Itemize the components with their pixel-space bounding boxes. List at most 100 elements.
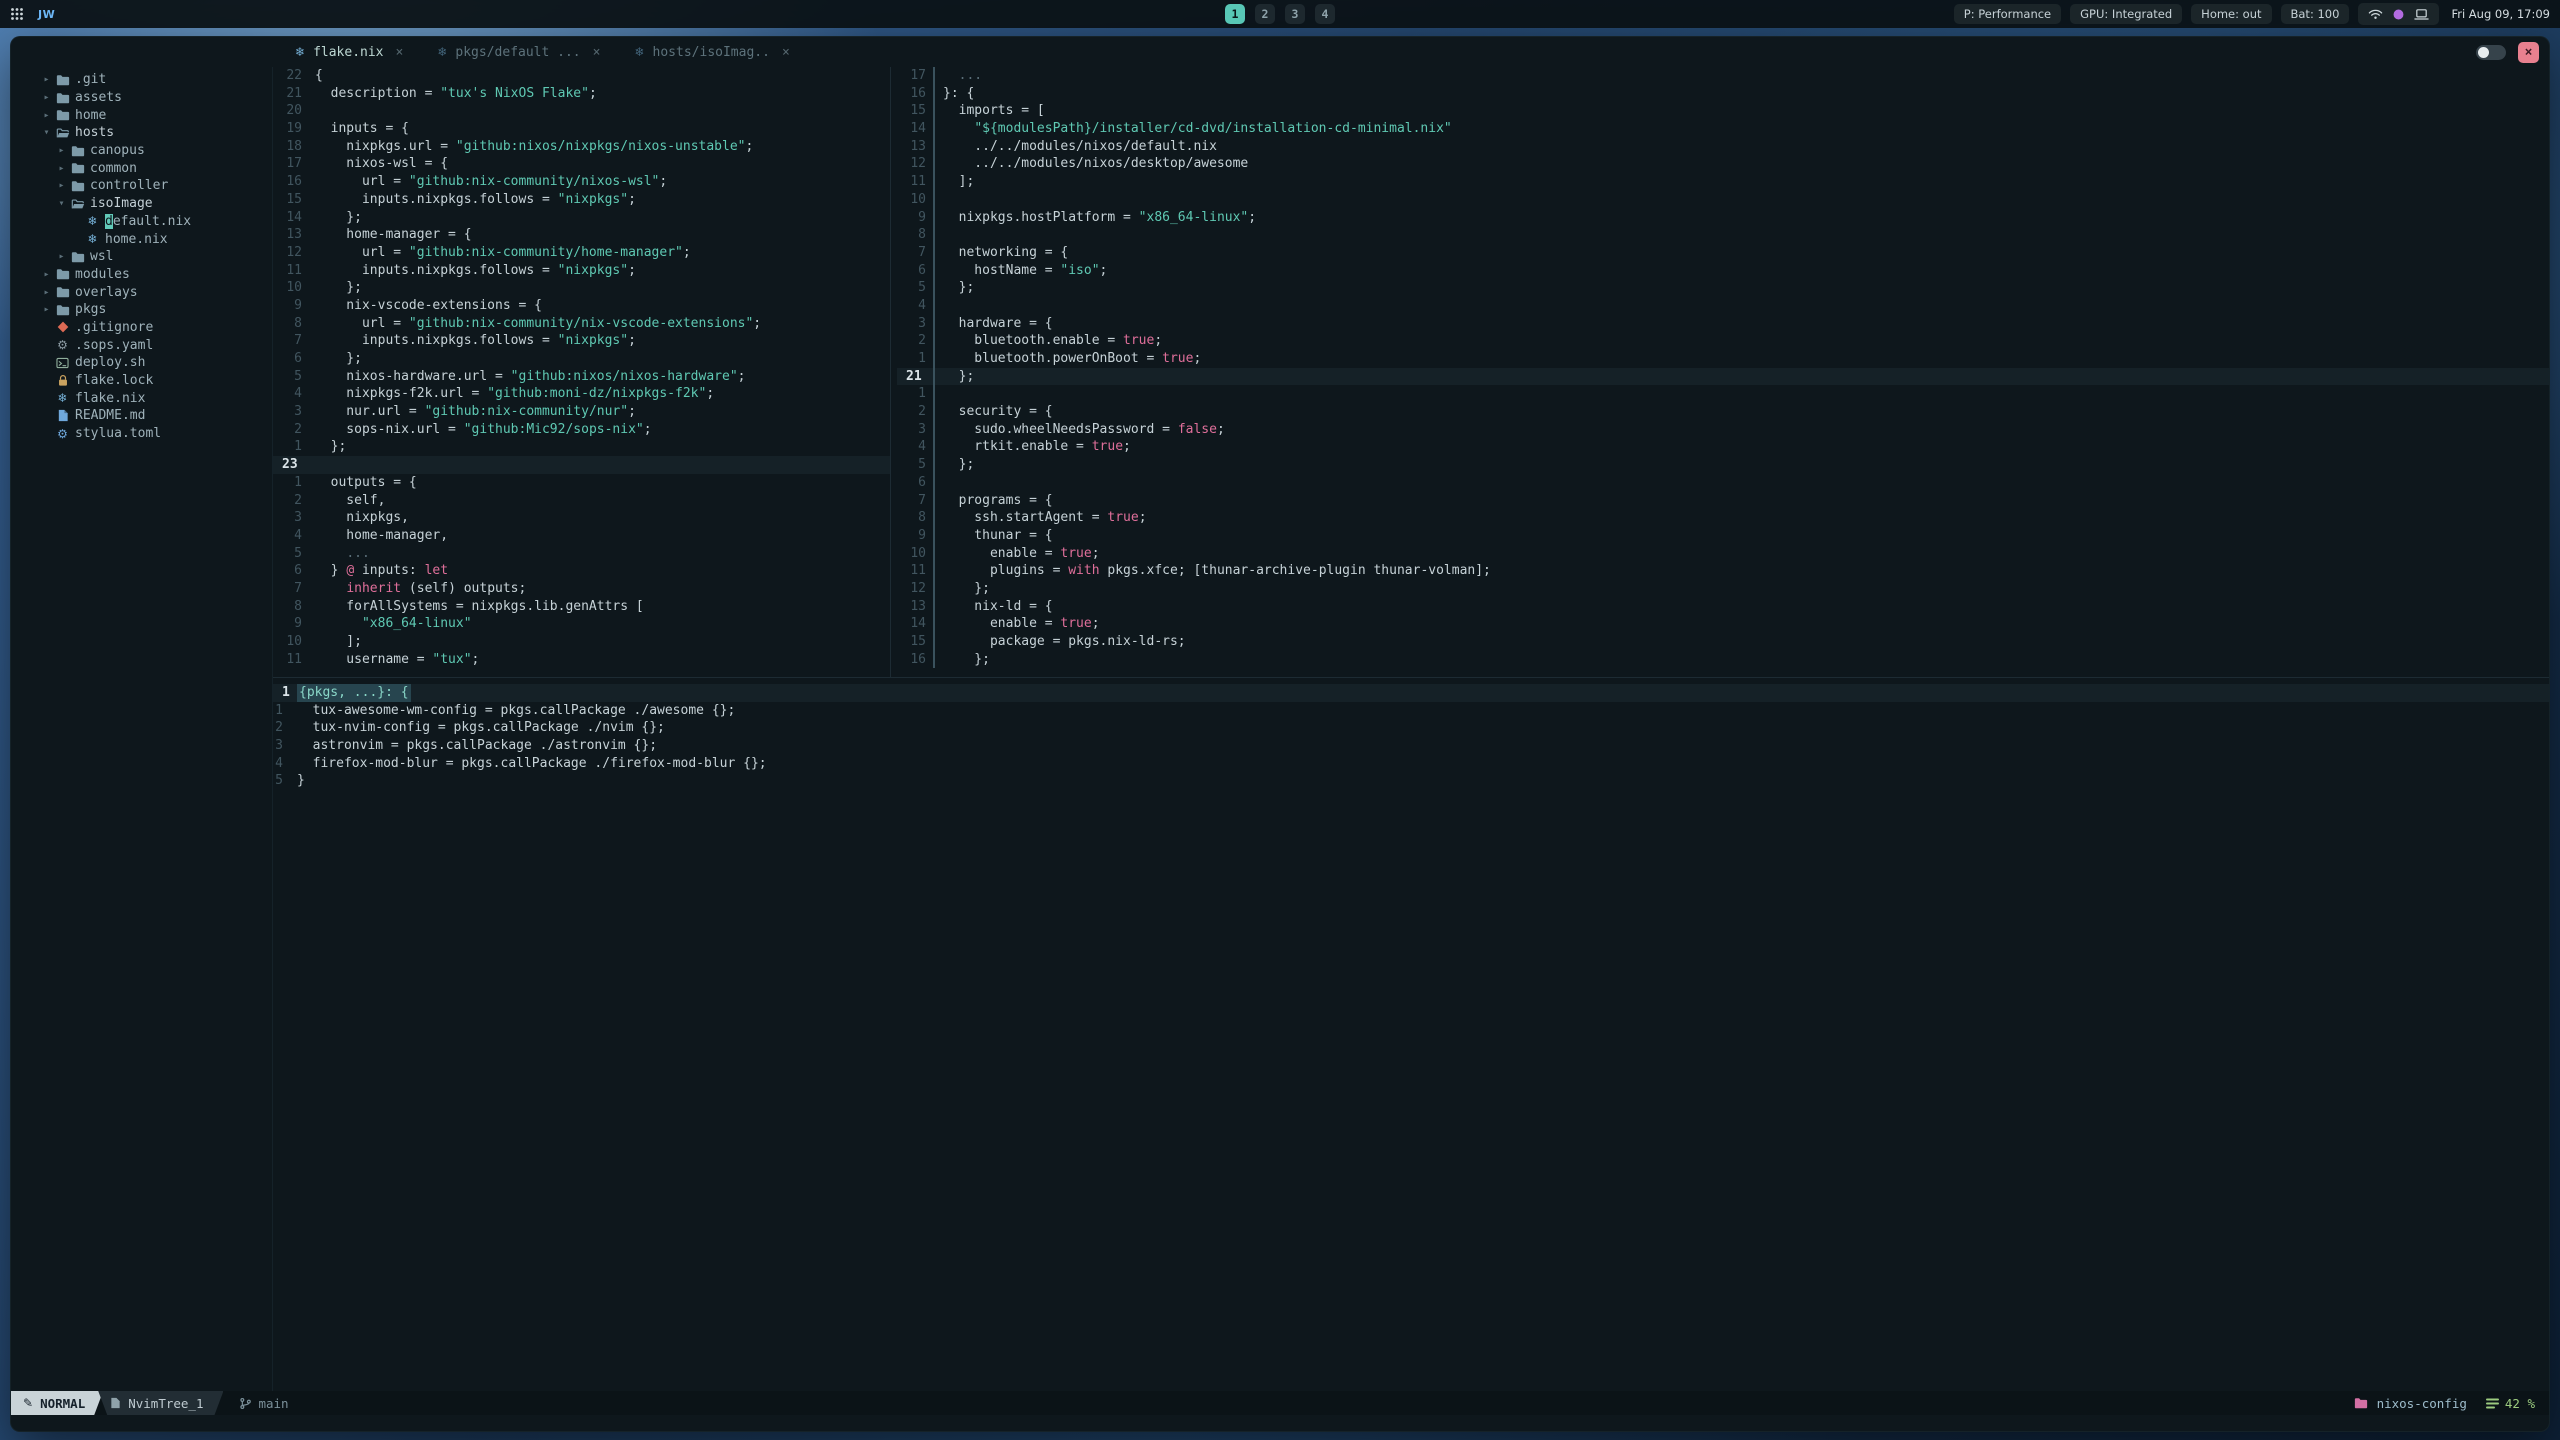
editor-tab[interactable]: ❄ flake.nix ×	[285, 37, 413, 67]
code-line[interactable]: 4 nixpkgs-f2k.url = "github:moni-dz/nixp…	[273, 385, 890, 403]
window-close-button[interactable]: ×	[2518, 41, 2539, 63]
code-line[interactable]: 1 };	[273, 438, 890, 456]
code-line[interactable]: 14 "${modulesPath}/installer/cd-dvd/inst…	[897, 120, 2549, 138]
chevron-right-icon[interactable]: ▸	[54, 163, 69, 174]
code-line[interactable]: 7 inherit (self) outputs;	[273, 580, 890, 598]
code-line[interactable]: 5 };	[897, 456, 2549, 474]
code-line[interactable]: 2 sops-nix.url = "github:Mic92/sops-nix"…	[273, 421, 890, 439]
tree-item-readme-md[interactable]: README.md	[11, 407, 272, 425]
code-line[interactable]: 18 nixpkgs.url = "github:nixos/nixpkgs/n…	[273, 138, 890, 156]
code-line[interactable]: 22 {	[273, 67, 890, 85]
code-line[interactable]: 12 url = "github:nix-community/home-mana…	[273, 244, 890, 262]
tree-item-sops-yaml[interactable]: ⚙ .sops.yaml	[11, 336, 272, 354]
code-line[interactable]: 5 };	[897, 279, 2549, 297]
tab-close-button[interactable]: ×	[396, 45, 404, 60]
code-line[interactable]: 9 "x86_64-linux"	[273, 615, 890, 633]
code-line[interactable]: 1 bluetooth.powerOnBoot = true;	[897, 350, 2549, 368]
tree-item-controller[interactable]: ▸ controller	[11, 177, 272, 195]
tree-item-git[interactable]: ▸ .git	[11, 71, 272, 89]
tree-item-hosts[interactable]: ▾ hosts	[11, 124, 272, 142]
code-line[interactable]: 3 hardware = {	[897, 314, 2549, 333]
tree-item-overlays[interactable]: ▸ overlays	[11, 283, 272, 301]
tree-item-canopus[interactable]: ▸ canopus	[11, 142, 272, 160]
code-line[interactable]: 4 home-manager,	[273, 527, 890, 545]
code-line[interactable]: 4 rtkit.enable = true;	[897, 438, 2549, 456]
code-line[interactable]: 11 username = "tux";	[273, 651, 890, 669]
apps-grid-icon[interactable]	[10, 7, 24, 21]
code-line[interactable]: 11 plugins = with pkgs.xfce; [thunar-arc…	[897, 562, 2549, 580]
chevron-right-icon[interactable]: ▸	[54, 145, 69, 156]
tree-item-deploy-sh[interactable]: deploy.sh	[11, 354, 272, 372]
code-line[interactable]: 21 description = "tux's NixOS Flake";	[273, 85, 890, 103]
code-line[interactable]: 5 nixos-hardware.url = "github:nixos/nix…	[273, 368, 890, 386]
code-line[interactable]: 20	[273, 102, 890, 120]
code-line[interactable]: 13 ../../modules/nixos/default.nix	[897, 137, 2549, 156]
chevron-right-icon[interactable]: ▸	[54, 251, 69, 262]
code-line[interactable]: 15 inputs.nixpkgs.follows = "nixpkgs";	[273, 191, 890, 209]
code-line[interactable]: 12 ../../modules/nixos/desktop/awesome	[897, 155, 2549, 173]
tree-item-home[interactable]: ▸ home	[11, 106, 272, 124]
code-line[interactable]: 8	[897, 226, 2549, 244]
code-line[interactable]: 10 };	[273, 279, 890, 297]
code-line[interactable]: 1 tux-awesome-wm-config = pkgs.callPacka…	[273, 702, 2549, 720]
code-line[interactable]: 1	[897, 385, 2549, 403]
code-line[interactable]: 12 };	[897, 579, 2549, 598]
code-line[interactable]: 9 nixpkgs.hostPlatform = "x86_64-linux";	[897, 208, 2549, 227]
chevron-right-icon[interactable]: ▸	[39, 304, 54, 315]
tab-close-button[interactable]: ×	[593, 45, 601, 60]
workspace-button-3[interactable]: 3	[1285, 4, 1305, 24]
tab-close-button[interactable]: ×	[782, 45, 790, 60]
tree-item-gitignore[interactable]: .gitignore	[11, 319, 272, 337]
code-line[interactable]: 7 inputs.nixpkgs.follows = "nixpkgs";	[273, 332, 890, 350]
code-line[interactable]: 3 nur.url = "github:nix-community/nur";	[273, 403, 890, 421]
code-line[interactable]: 5}	[273, 772, 2549, 790]
code-line[interactable]: 1 {pkgs, ...}: {	[273, 684, 2549, 702]
tree-item-home-nix[interactable]: ❄ home.nix	[11, 230, 272, 248]
tree-item-flake-nix[interactable]: ❄ flake.nix	[11, 389, 272, 407]
code-line[interactable]: 10 ];	[273, 633, 890, 651]
tree-item-isoimage[interactable]: ▾ isoImage	[11, 195, 272, 213]
tree-item-stylua-toml[interactable]: ⚙ stylua.toml	[11, 425, 272, 443]
code-line[interactable]: 2 tux-nvim-config = pkgs.callPackage ./n…	[273, 719, 2549, 737]
code-line[interactable]: 9 nix-vscode-extensions = {	[273, 297, 890, 315]
tree-item-default-nix[interactable]: ❄ default.nix	[11, 213, 272, 231]
tree-item-flake-lock[interactable]: flake.lock	[11, 372, 272, 390]
code-line[interactable]: 23	[273, 456, 890, 474]
code-line[interactable]: 2 security = {	[897, 403, 2549, 421]
chevron-right-icon[interactable]: ▸	[39, 287, 54, 298]
code-line[interactable]: 8 ssh.startAgent = true;	[897, 509, 2549, 527]
code-line[interactable]: 17 nixos-wsl = {	[273, 155, 890, 173]
window-toggle[interactable]	[2476, 44, 2506, 60]
code-line[interactable]: 2 self,	[273, 492, 890, 510]
code-line[interactable]: 11 inputs.nixpkgs.follows = "nixpkgs";	[273, 262, 890, 280]
chevron-down-icon[interactable]: ▾	[54, 198, 69, 209]
code-line[interactable]: 11 ];	[897, 173, 2549, 191]
code-line[interactable]: 3 astronvim = pkgs.callPackage ./astronv…	[273, 737, 2549, 755]
code-line[interactable]: 10	[897, 190, 2549, 209]
code-line[interactable]: 16 };	[897, 650, 2549, 669]
code-line[interactable]: 16 url = "github:nix-community/nixos-wsl…	[273, 173, 890, 191]
code-line[interactable]: 10 enable = true;	[897, 544, 2549, 563]
code-line[interactable]: 8 url = "github:nix-community/nix-vscode…	[273, 315, 890, 333]
code-line[interactable]: 5 ...	[273, 545, 890, 563]
code-line[interactable]: 17 ...	[897, 67, 2549, 85]
code-line[interactable]: 3 sudo.wheelNeedsPassword = false;	[897, 420, 2549, 439]
code-line[interactable]: 4 firefox-mod-blur = pkgs.callPackage ./…	[273, 755, 2549, 773]
tree-item-modules[interactable]: ▸ modules	[11, 266, 272, 284]
code-line[interactable]: 9 thunar = {	[897, 526, 2549, 545]
code-line[interactable]: 21 };	[897, 367, 2549, 386]
chevron-down-icon[interactable]: ▾	[39, 127, 54, 138]
workspace-button-4[interactable]: 4	[1315, 4, 1335, 24]
code-line[interactable]: 15 imports = [	[897, 102, 2549, 120]
code-line[interactable]: 2 bluetooth.enable = true;	[897, 332, 2549, 350]
code-line[interactable]: 19 inputs = {	[273, 120, 890, 138]
code-line[interactable]: 14 };	[273, 209, 890, 227]
code-line[interactable]: 8 forAllSystems = nixpkgs.lib.genAttrs [	[273, 598, 890, 616]
tree-item-common[interactable]: ▸ common	[11, 159, 272, 177]
chevron-right-icon[interactable]: ▸	[54, 180, 69, 191]
chevron-right-icon[interactable]: ▸	[39, 110, 54, 121]
code-line[interactable]: 14 enable = true;	[897, 615, 2549, 633]
code-line[interactable]: 15 package = pkgs.nix-ld-rs;	[897, 633, 2549, 651]
workspace-button-1[interactable]: 1	[1225, 4, 1245, 24]
chevron-right-icon[interactable]: ▸	[39, 74, 54, 85]
